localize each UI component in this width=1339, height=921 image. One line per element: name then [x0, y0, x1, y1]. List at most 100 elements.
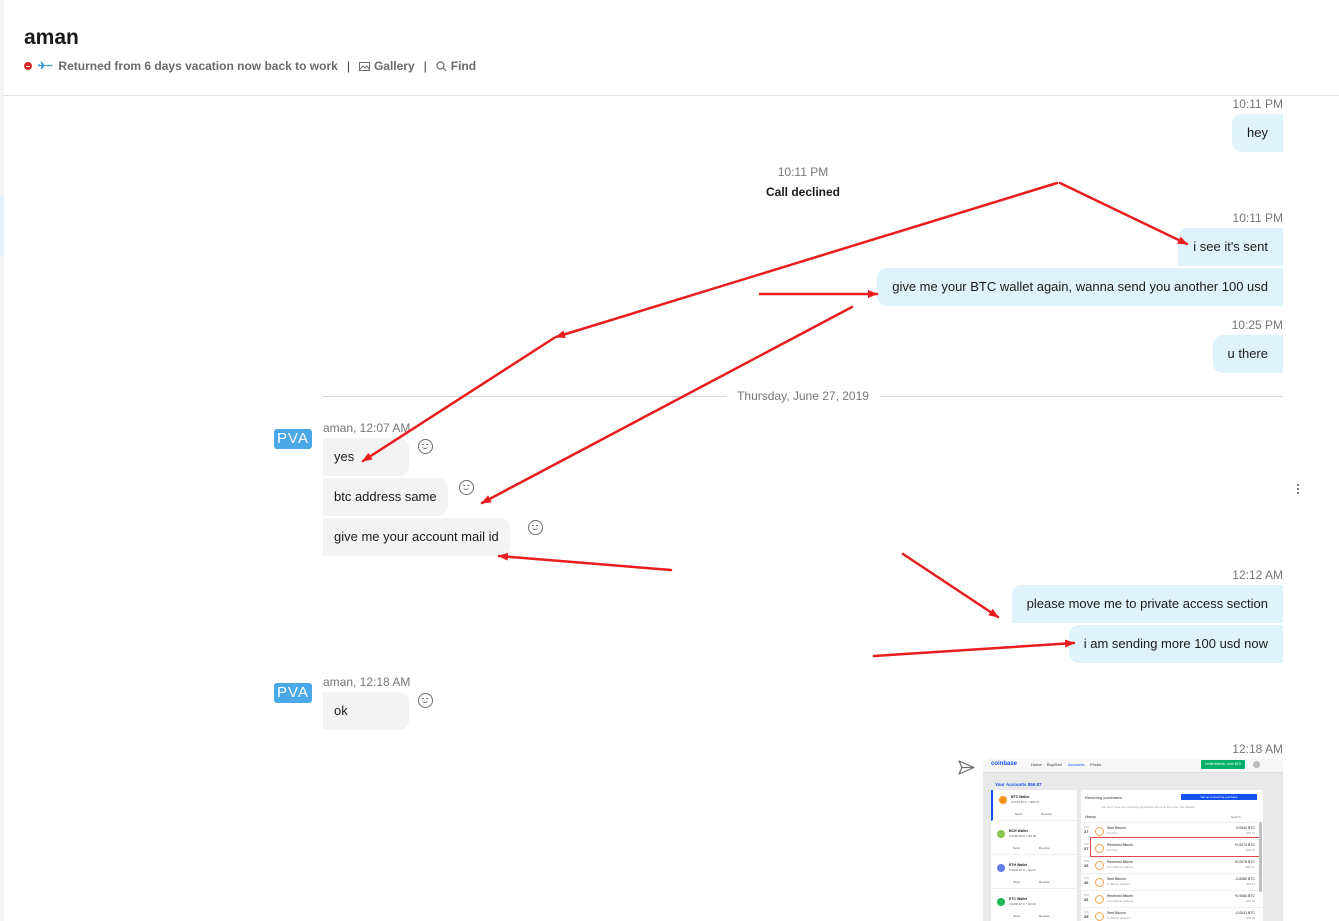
- sender-info: aman, 12:18 AM: [323, 675, 411, 689]
- call-status: Call declined: [765, 185, 841, 199]
- shot-receive: Receive: [1039, 880, 1050, 884]
- do-not-disturb-icon: [24, 62, 32, 70]
- shot-history-label: History: [1085, 815, 1096, 819]
- smiley-icon[interactable]: [418, 439, 433, 454]
- smiley-icon[interactable]: [528, 520, 543, 535]
- message-incoming[interactable]: btc address same: [323, 478, 448, 516]
- shot-transaction: JUN 26 Sent Bitcoin To Bitcoin address -0.…: [1081, 873, 1263, 890]
- separator: |: [346, 59, 350, 73]
- shot-nav-item: Home: [1031, 762, 1042, 767]
- bitcoin-icon: [1095, 895, 1104, 904]
- annotation-arrow: [1058, 181, 1189, 246]
- shot-recurring-button: Set up a recurring purchase: [1181, 794, 1257, 800]
- find-button[interactable]: Find: [436, 59, 476, 73]
- shot-nav-item: Buy/Sell: [1047, 762, 1062, 767]
- avatar[interactable]: PVA: [274, 683, 312, 703]
- header-divider: [4, 95, 1339, 96]
- bitcoin-icon: [1095, 878, 1104, 887]
- eth-coin-icon: [997, 864, 1005, 872]
- message-outgoing[interactable]: i see it's sent: [1178, 228, 1283, 266]
- shot-send: Send: [1013, 914, 1021, 918]
- gallery-button[interactable]: Gallery: [358, 59, 415, 73]
- bch-coin-icon: [997, 830, 1005, 838]
- day-divider-line: [323, 396, 726, 397]
- shot-wallet-name: ETH Wallet: [1009, 863, 1028, 867]
- shot-accounts-title: Your Accounts $56.87: [995, 782, 1042, 787]
- shot-wallet: ETH Wallet 0.0000 ETH ≈ $0.00 Send Recei…: [991, 858, 1077, 889]
- more-options-icon[interactable]: [1296, 483, 1300, 496]
- left-strip-highlight: [0, 196, 4, 256]
- message-time: 12:12 AM: [1232, 568, 1283, 582]
- shot-wallet-name: ETC Wallet: [1009, 897, 1028, 901]
- bitcoin-icon: [1095, 861, 1104, 870]
- message-outgoing[interactable]: u there: [1212, 335, 1283, 373]
- day-divider-line: [880, 396, 1283, 397]
- shot-wallet-balance: 0.0043 BTC ≈ $56.87: [1011, 800, 1040, 804]
- coinbase-logo: coinbase: [991, 761, 1018, 767]
- shot-send: Send: [1013, 880, 1021, 884]
- message-incoming[interactable]: ok: [323, 692, 409, 730]
- message-outgoing[interactable]: give me your BTC wallet again, wanna sen…: [877, 268, 1283, 306]
- call-time: 10:11 PM: [777, 165, 829, 179]
- smiley-icon[interactable]: [418, 693, 433, 708]
- shot-recurring-note: You don't have any recurring purchases s…: [1101, 805, 1196, 809]
- annotation-arrow: [554, 181, 1059, 339]
- shot-wallet-balance: 0.0000 BCH ≈ $0.00: [1009, 834, 1037, 838]
- shot-receive: Receive: [1039, 846, 1050, 850]
- bitcoin-icon: [1095, 912, 1104, 921]
- message-outgoing[interactable]: please move me to private access section: [1011, 585, 1283, 623]
- etc-coin-icon: [997, 898, 1005, 906]
- annotation-arrow: [497, 552, 673, 572]
- gallery-icon: [358, 61, 370, 71]
- day-divider: Thursday, June 27, 2019: [726, 389, 880, 403]
- chat-header: aman ✈┈ Returned from 6 days vacation no…: [24, 26, 1339, 73]
- message-incoming[interactable]: give me your account mail id: [323, 518, 510, 556]
- annotation-arrow: [872, 639, 1076, 658]
- shot-user-icon: [1253, 761, 1260, 768]
- annotation-arrow: [901, 552, 1000, 619]
- shot-invite-button: Invite friends, earn $10: [1201, 760, 1245, 769]
- contact-name[interactable]: aman: [24, 26, 1339, 50]
- header-subline: ✈┈ Returned from 6 days vacation now bac…: [24, 59, 1339, 73]
- shot-wallet-name: BCH Wallet: [1009, 829, 1028, 833]
- airplane-icon: ✈┈: [38, 60, 53, 72]
- annotation-arrow: [480, 305, 854, 505]
- gallery-label: Gallery: [373, 59, 415, 73]
- message-outgoing[interactable]: i am sending more 100 usd now: [1068, 625, 1283, 663]
- shot-wallet-balance: 0.0000 ETH ≈ $0.00: [1009, 868, 1036, 872]
- shot-search: Search: [1231, 815, 1241, 819]
- btc-coin-icon: [999, 796, 1007, 804]
- shot-transaction: JUN 25 Sent Bitcoin To Bitcoin address -0.…: [1081, 907, 1263, 921]
- shot-wallet-balance: 0.0000 ETC ≈ $0.00: [1009, 902, 1036, 906]
- shot-send: Send: [1015, 812, 1023, 816]
- shot-nav-item: Prices: [1090, 762, 1102, 767]
- shot-nav-item: Accounts: [1068, 762, 1085, 767]
- message-outgoing[interactable]: hey: [1232, 114, 1283, 152]
- left-strip: [0, 0, 4, 921]
- shared-screenshot[interactable]: coinbase Home Buy/Sell Accounts Prices I…: [983, 758, 1283, 921]
- bitcoin-icon: [1095, 827, 1104, 836]
- shot-transaction: JUN 26 Received Bitcoin From Bitcoin addre…: [1081, 890, 1263, 907]
- shot-receive: Receive: [1039, 914, 1050, 918]
- message-time: 10:25 PM: [1231, 318, 1283, 332]
- shot-receive: Receive: [1041, 812, 1052, 816]
- message-incoming[interactable]: yes: [323, 438, 409, 476]
- sender-info: aman, 12:07 AM: [323, 421, 411, 435]
- avatar[interactable]: PVA: [274, 429, 312, 449]
- shot-scrollbar: [1259, 822, 1262, 892]
- shot-wallet: BCH Wallet 0.0000 BCH ≈ $0.00 Send Recei…: [991, 824, 1077, 855]
- shot-wallet: ETC Wallet 0.0000 ETC ≈ $0.00 Send Recei…: [991, 892, 1077, 921]
- shot-wallet-list: BTC Wallet 0.0043 BTC ≈ $56.87 Send Rece…: [991, 790, 1079, 921]
- message-time: 10:11 PM: [1232, 97, 1283, 111]
- shot-wallet: BTC Wallet 0.0043 BTC ≈ $56.87 Send Rece…: [991, 790, 1079, 821]
- shot-send: Send: [1013, 846, 1021, 850]
- separator: |: [423, 59, 427, 73]
- sent-status-icon: [958, 760, 975, 775]
- message-time: 10:11 PM: [1232, 211, 1283, 225]
- highlight-box: [1090, 837, 1262, 857]
- smiley-icon[interactable]: [459, 480, 474, 495]
- search-icon: [436, 60, 447, 71]
- shot-transaction: JUN 26 Received Bitcoin From Bitcoin addre…: [1081, 856, 1263, 873]
- shot-recurring-title: Recurring purchases: [1085, 795, 1122, 800]
- find-label: Find: [450, 59, 477, 73]
